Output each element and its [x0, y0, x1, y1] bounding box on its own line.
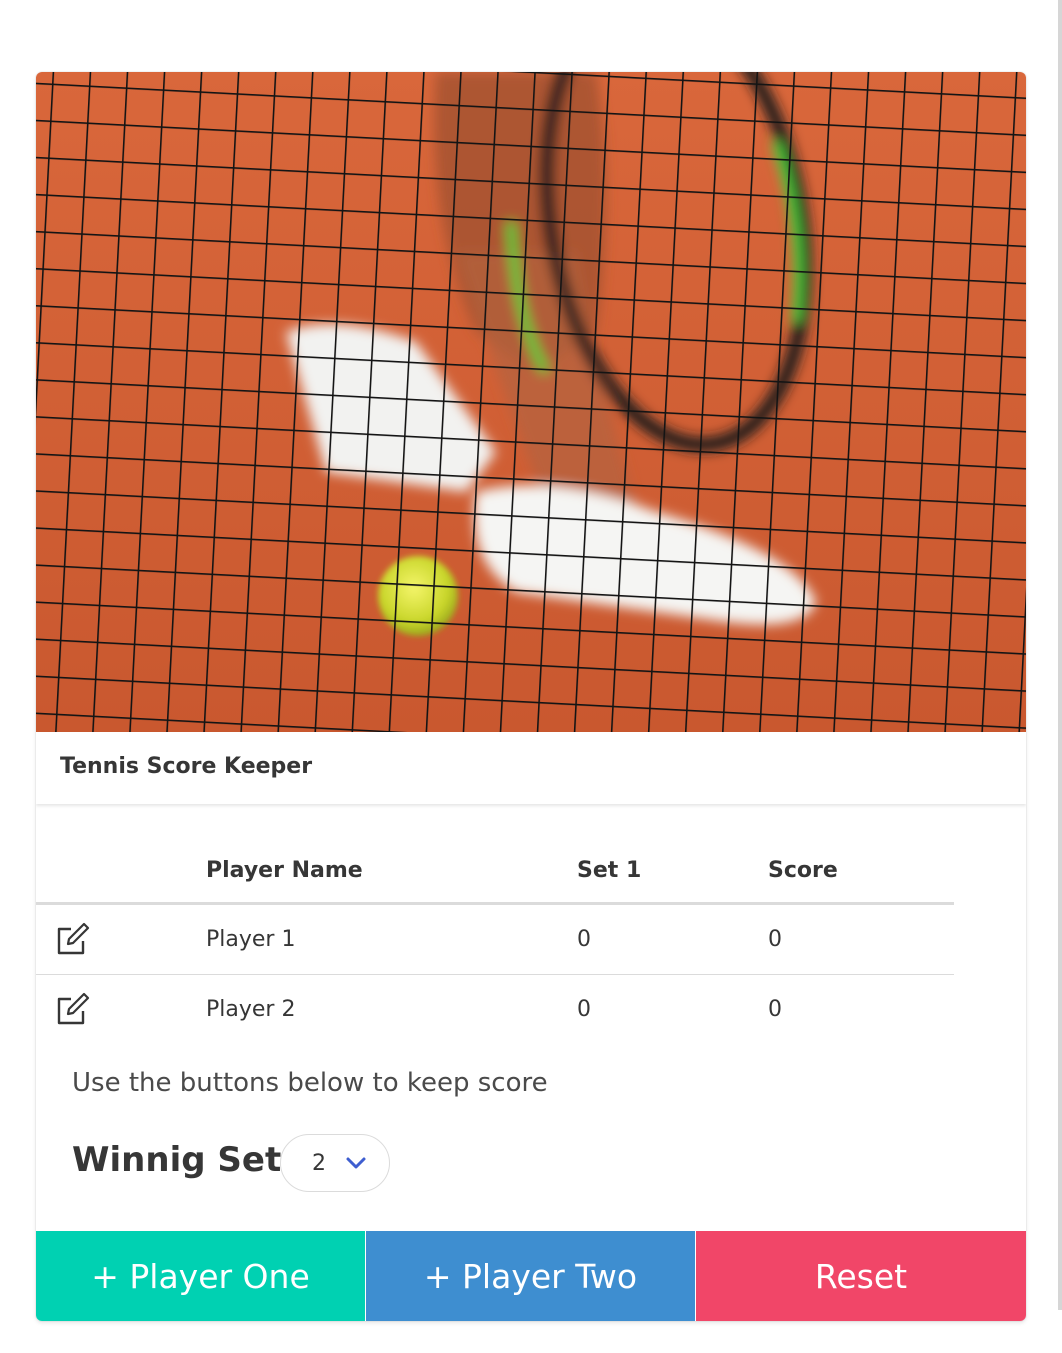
- card-header: Tennis Score Keeper: [36, 732, 1026, 804]
- set-1-cell: 0: [577, 903, 768, 975]
- table-header-row: Player Name Set 1 Score: [36, 838, 954, 905]
- player-name-cell: Player 1: [206, 903, 577, 975]
- edit-icon[interactable]: [54, 991, 90, 1027]
- chevron-down-icon: [346, 1157, 366, 1169]
- card-title: Tennis Score Keeper: [60, 754, 313, 779]
- edit-cell: [36, 903, 206, 975]
- reset-button[interactable]: Reset: [696, 1231, 1026, 1321]
- instructions-text: Use the buttons below to keep score: [72, 1068, 548, 1098]
- edit-icon[interactable]: [54, 921, 90, 957]
- add-player-one-point-button[interactable]: + Player One: [36, 1231, 365, 1321]
- winning-sets-label: Winnig Sets: [72, 1140, 302, 1180]
- set-1-cell: 0: [577, 997, 591, 1022]
- table-row: Player 1 0 0: [36, 903, 954, 975]
- table-row: Player 2 0 0: [36, 975, 954, 1045]
- winning-sets-select[interactable]: 2: [280, 1134, 390, 1192]
- page-scrollbar[interactable]: [1058, 0, 1062, 1310]
- score-card: Tennis Score Keeper: [36, 72, 1026, 1321]
- header-edit-column: [36, 838, 206, 905]
- score-cell: 0: [768, 903, 954, 975]
- score-buttons: + Player One + Player Two Reset: [36, 1231, 1026, 1321]
- score-cell: 0: [768, 997, 782, 1022]
- winning-sets-value: 2: [312, 1151, 326, 1176]
- header-score: Score: [768, 838, 954, 905]
- add-player-two-point-button[interactable]: + Player Two: [366, 1231, 695, 1321]
- tennis-photo: [36, 72, 1026, 732]
- header-set-1: Set 1: [577, 838, 768, 905]
- score-table: Player Name Set 1 Score Player 1 0 0 Pla…: [36, 838, 954, 1044]
- player-name-cell: Player 2: [206, 997, 296, 1022]
- header-player-name: Player Name: [206, 838, 577, 905]
- edit-cell: [36, 975, 206, 1045]
